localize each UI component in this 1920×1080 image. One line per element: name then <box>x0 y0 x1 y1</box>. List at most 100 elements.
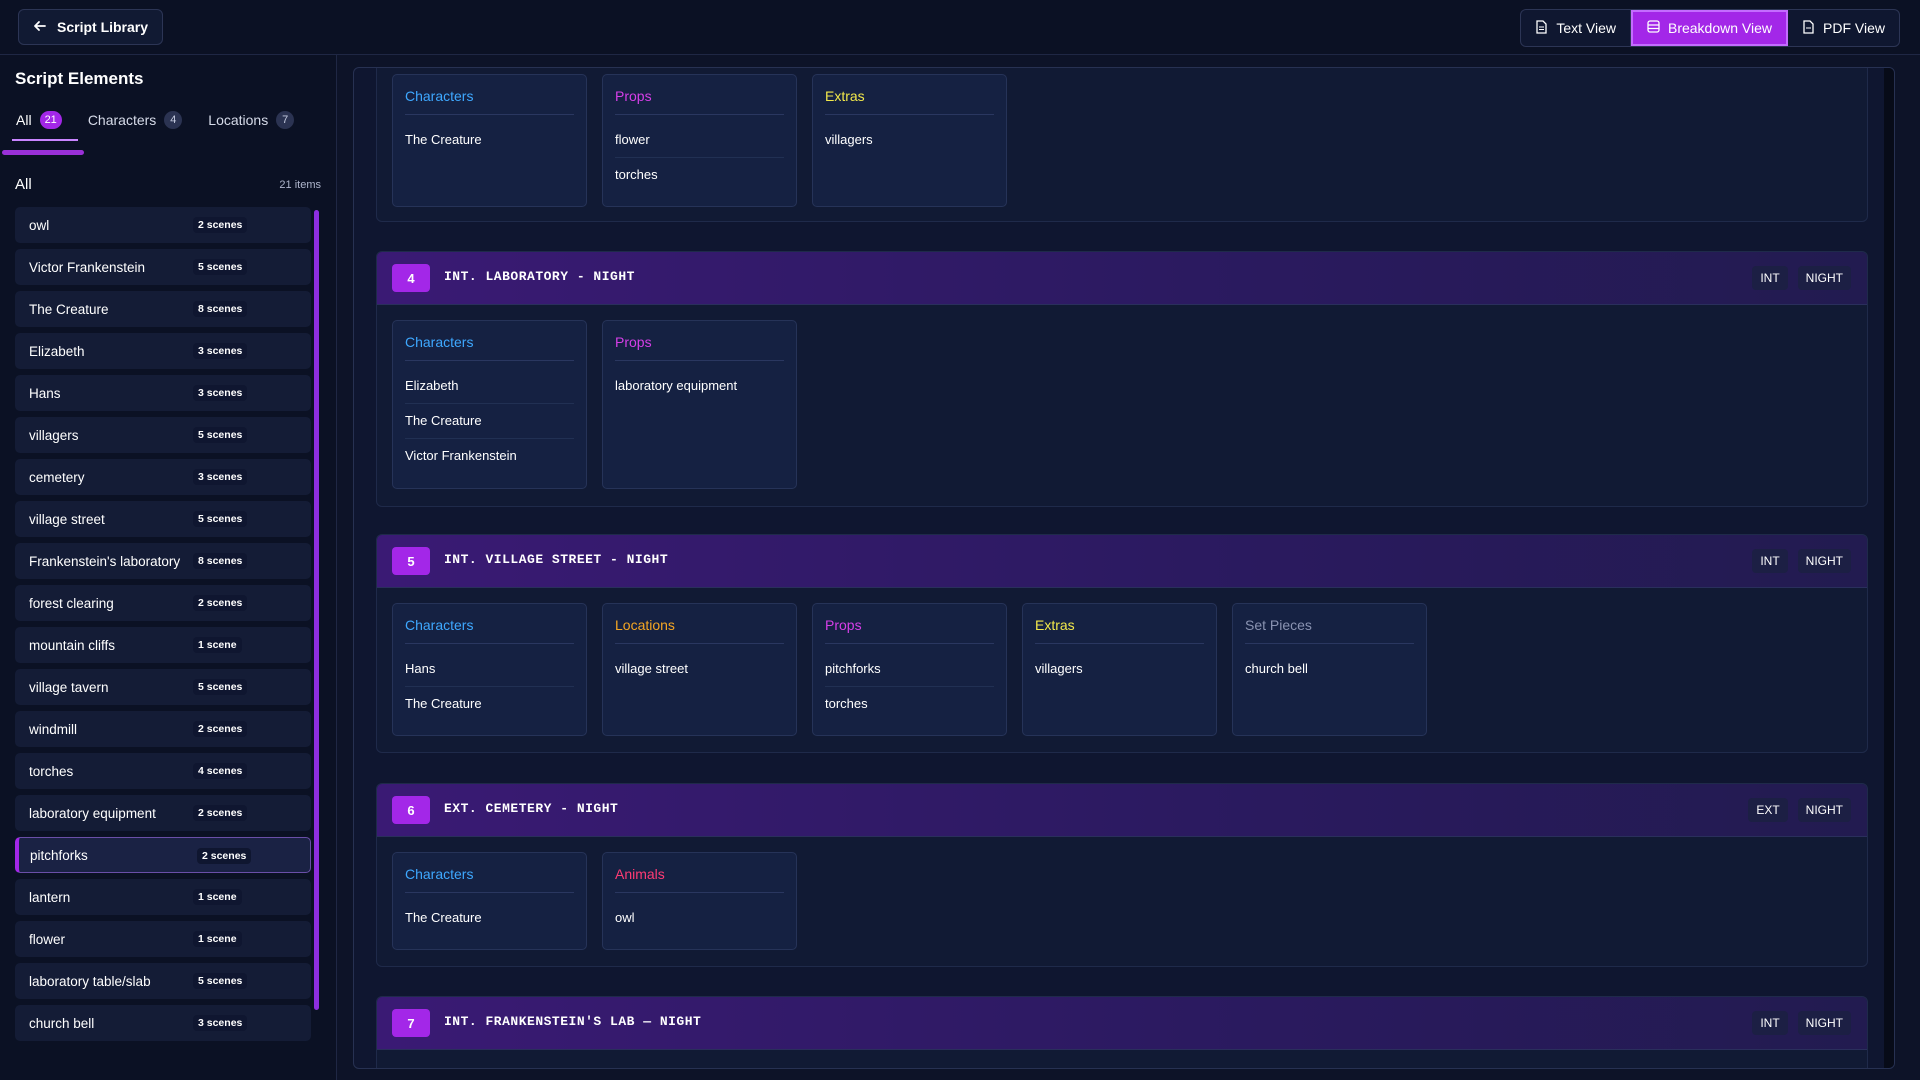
category-item[interactable]: The Creature <box>405 404 574 439</box>
list-item[interactable]: village street 5 scenes <box>15 501 311 537</box>
scene-count-badge: 2 scenes <box>193 217 248 233</box>
scene-header[interactable]: 7 INT. FRANKENSTEIN'S LAB — NIGHT INT NI… <box>377 997 1867 1050</box>
category-card-animals: Animals owl <box>602 852 797 950</box>
list-item[interactable]: windmill 2 scenes <box>15 711 311 747</box>
list-item[interactable]: Victor Frankenstein 5 scenes <box>15 249 311 285</box>
category-item[interactable]: torches <box>825 687 994 721</box>
tab-characters[interactable]: Characters 4 <box>86 107 184 141</box>
list-item[interactable]: torches 4 scenes <box>15 753 311 789</box>
time-of-day-tag: NIGHT <box>1797 266 1851 290</box>
layout-icon <box>1647 20 1660 36</box>
category-item[interactable]: owl <box>615 901 784 935</box>
category-item[interactable]: villagers <box>1035 652 1204 686</box>
scene-count-badge: 1 scene <box>193 931 242 947</box>
sidebar-scrollbar[interactable] <box>314 210 319 1010</box>
element-name: mountain cliffs <box>29 637 116 653</box>
list-item[interactable]: church bell 3 scenes <box>15 1005 311 1041</box>
list-item[interactable]: Frankenstein's laboratory 8 scenes <box>15 543 311 579</box>
script-elements-sidebar: Script Elements All 21 Characters 4 Loca… <box>0 55 337 1080</box>
scene-heading: INT. VILLAGE STREET - NIGHT <box>444 552 669 567</box>
view-switcher: Text View Breakdown View PDF View <box>1520 9 1900 47</box>
scene-header[interactable]: 5 INT. VILLAGE STREET - NIGHT INT NIGHT <box>377 535 1867 588</box>
list-item[interactable]: The Creature 8 scenes <box>15 291 311 327</box>
list-title: All <box>15 176 32 193</box>
list-item-count: 21 items <box>279 178 321 191</box>
category-item[interactable]: pitchforks <box>825 652 994 687</box>
scene-count-badge: 1 scene <box>193 637 242 653</box>
list-item[interactable]: Hans 3 scenes <box>15 375 311 411</box>
element-name: village tavern <box>29 679 109 695</box>
element-name: laboratory equipment <box>29 805 156 821</box>
scene-number: 7 <box>392 1009 430 1037</box>
tab-locations[interactable]: Locations 7 <box>206 107 296 141</box>
category-card-characters: Characters Elizabeth The Creature Victor… <box>392 320 587 489</box>
list-item[interactable]: cemetery 3 scenes <box>15 459 311 495</box>
list-header: All 21 items <box>15 176 321 193</box>
category-item[interactable]: The Creature <box>405 901 574 935</box>
scene-count-badge: 2 scenes <box>193 721 248 737</box>
scene-header[interactable]: 4 INT. LABORATORY - NIGHT INT NIGHT <box>377 252 1867 305</box>
category-item[interactable]: torches <box>615 158 784 192</box>
back-to-script-library-button[interactable]: Script Library <box>18 9 164 45</box>
scene-heading: EXT. CEMETERY - NIGHT <box>444 801 619 816</box>
list-item[interactable]: laboratory equipment 2 scenes <box>15 795 311 831</box>
element-name: windmill <box>29 721 78 737</box>
category-item[interactable]: The Creature <box>405 687 574 721</box>
pdf-view-button[interactable]: PDF View <box>1788 10 1899 46</box>
list-item[interactable]: village tavern 5 scenes <box>15 669 311 705</box>
scene-header[interactable]: 6 EXT. CEMETERY - NIGHT EXT NIGHT <box>377 784 1867 837</box>
category-item[interactable]: Victor Frankenstein <box>405 439 574 473</box>
category-item[interactable]: laboratory equipment <box>615 369 784 403</box>
element-name: Hans <box>29 385 61 401</box>
back-button-label: Script Library <box>57 19 149 35</box>
scene-card-5: 5 INT. VILLAGE STREET - NIGHT INT NIGHT … <box>376 534 1868 753</box>
category-item[interactable]: flower <box>615 123 784 158</box>
list-item[interactable]: forest clearing 2 scenes <box>15 585 311 621</box>
list-item[interactable]: flower 1 scene <box>15 921 311 957</box>
category-card-props: Props flower torches <box>602 74 797 207</box>
category-title: Characters <box>405 334 574 361</box>
tab-scroll-indicator[interactable] <box>2 150 84 155</box>
element-name: lantern <box>29 889 71 905</box>
category-card-extras: Extras villagers <box>1022 603 1217 736</box>
sidebar-title: Script Elements <box>15 69 144 88</box>
list-item[interactable]: pitchforks 2 scenes <box>15 837 311 873</box>
breakdown-view-button[interactable]: Breakdown View <box>1630 10 1789 46</box>
tab-all-label: All <box>16 112 32 128</box>
element-filter-tabs: All 21 Characters 4 Locations 7 <box>12 107 296 141</box>
int-ext-tag: INT <box>1752 1011 1788 1035</box>
list-item[interactable]: lantern 1 scene <box>15 879 311 915</box>
scene-count-badge: 2 scenes <box>193 805 248 821</box>
category-item[interactable]: Elizabeth <box>405 369 574 404</box>
tab-all-count: 21 <box>39 111 62 129</box>
scene-card-6: 6 EXT. CEMETERY - NIGHT EXT NIGHT Charac… <box>376 783 1868 967</box>
category-title: Props <box>615 334 784 361</box>
scene-count-badge: 4 scenes <box>193 763 248 779</box>
category-item[interactable]: The Creature <box>405 123 574 157</box>
scene-count-badge: 5 scenes <box>193 511 248 527</box>
list-item[interactable]: owl 2 scenes <box>15 207 311 243</box>
tab-all[interactable]: All 21 <box>12 107 78 141</box>
text-view-button[interactable]: Text View <box>1521 10 1631 46</box>
arrow-left-icon <box>33 19 47 36</box>
category-item[interactable]: church bell <box>1245 652 1414 686</box>
category-title: Extras <box>1035 617 1204 644</box>
category-card-locations: Locations village street <box>602 603 797 736</box>
category-item[interactable]: village street <box>615 652 784 686</box>
scene-count-badge: 3 scenes <box>193 385 248 401</box>
list-item[interactable]: mountain cliffs 1 scene <box>15 627 311 663</box>
scene-count-badge: 5 scenes <box>193 679 248 695</box>
list-item[interactable]: laboratory table/slab 5 scenes <box>15 963 311 999</box>
element-list: owl 2 scenes Victor Frankenstein 5 scenes Th… <box>15 207 311 1047</box>
scene-categories: Characters Hans The Creature Locations v… <box>392 603 1427 736</box>
scene-card-partial: Characters The Creature Props flower tor… <box>376 68 1868 222</box>
element-name: owl <box>29 217 50 233</box>
category-item[interactable]: Hans <box>405 652 574 687</box>
scene-count-badge: 8 scenes <box>193 553 248 569</box>
breakdown-scrollbar[interactable] <box>1884 68 1894 1068</box>
element-name: flower <box>29 931 66 947</box>
category-card-characters: Characters Hans The Creature <box>392 603 587 736</box>
list-item[interactable]: villagers 5 scenes <box>15 417 311 453</box>
category-item[interactable]: villagers <box>825 123 994 157</box>
list-item[interactable]: Elizabeth 3 scenes <box>15 333 311 369</box>
